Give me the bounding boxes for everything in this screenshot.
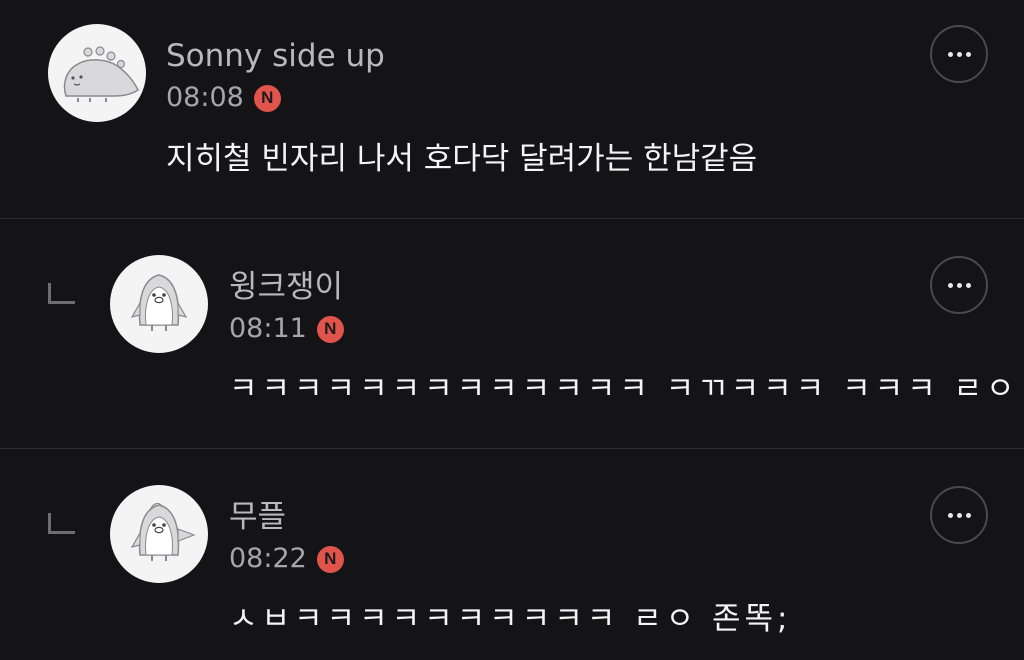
comment-meta: 08:11 N: [229, 313, 344, 345]
comment-item: Sonny side up 08:08 N 지히철 빈자리 나서 호다닥 달려가…: [0, 0, 1024, 218]
avatar[interactable]: [110, 485, 208, 583]
comment-author[interactable]: 윙크쟁이: [229, 267, 343, 307]
more-dots-icon: [947, 51, 971, 57]
new-badge: N: [316, 315, 344, 343]
avatar[interactable]: [110, 255, 208, 353]
comment-meta: 08:08 N: [166, 82, 281, 114]
comment-text: 지히철 빈자리 나서 호다닥 달려가는 한남같음: [166, 141, 758, 177]
more-options-button[interactable]: [930, 256, 988, 314]
reply-arrow-icon: [48, 283, 75, 304]
penguin-waving-avatar-icon: [130, 502, 196, 561]
dinosaur-avatar-icon: [63, 46, 139, 102]
more-options-button[interactable]: [930, 25, 988, 83]
comment-time: 08:08: [166, 82, 244, 113]
reply-item: 무플 08:22 N ㅅㅂㅋㅋㅋㅋㅋㅋㅋㅋㅋㅋ ㄹㅇ 존똑;: [0, 449, 1024, 660]
comment-meta: 08:22 N: [229, 543, 344, 575]
more-dots-icon: [947, 282, 971, 288]
comment-author[interactable]: 무플: [229, 497, 286, 537]
comment-text: ㅅㅂㅋㅋㅋㅋㅋㅋㅋㅋㅋㅋ ㄹㅇ 존똑;: [229, 601, 792, 637]
comment-time: 08:22: [229, 543, 307, 574]
new-badge: N: [253, 84, 281, 112]
more-options-button[interactable]: [930, 486, 988, 544]
comment-author[interactable]: Sonny side up: [166, 36, 385, 76]
avatar[interactable]: [48, 24, 146, 122]
reply-item: 윙크쟁이 08:11 N ㅋㅋㅋㅋㅋㅋㅋㅋㅋㅋㅋㅋㅋ ㅋㄲㅋㅋㅋ ㅋㅋㅋ ㄹㅇ: [0, 219, 1024, 449]
more-dots-icon: [947, 512, 971, 518]
new-badge: N: [316, 545, 344, 573]
comment-time: 08:11: [229, 313, 307, 344]
comment-text: ㅋㅋㅋㅋㅋㅋㅋㅋㅋㅋㅋㅋㅋ ㅋㄲㅋㅋㅋ ㅋㅋㅋ ㄹㅇ: [229, 371, 1019, 407]
reply-arrow-icon: [48, 513, 75, 534]
comment-thread: Sonny side up 08:08 N 지히철 빈자리 나서 호다닥 달려가…: [0, 0, 1024, 660]
penguin-avatar-icon: [130, 274, 188, 331]
